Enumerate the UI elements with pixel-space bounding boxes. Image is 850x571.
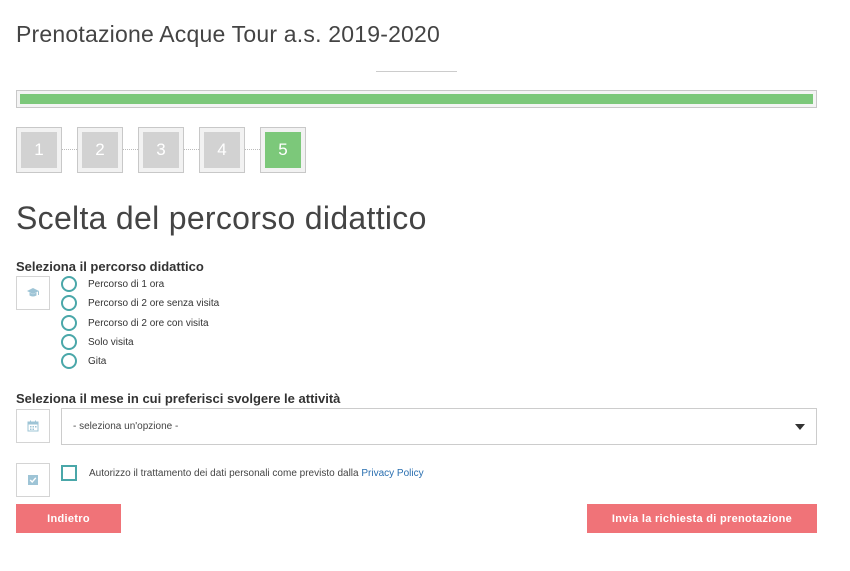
step-number: 1 — [21, 132, 57, 168]
radio-label: Gita — [88, 355, 107, 367]
radio-option-2-ore-con-visita[interactable]: Percorso di 2 ore con visita — [61, 314, 209, 332]
radio-button[interactable] — [61, 334, 77, 350]
progress-bar-fill — [20, 94, 813, 104]
step-number: 4 — [204, 132, 240, 168]
mese-label: Seleziona il mese in cui preferisci svol… — [16, 391, 341, 406]
privacy-consent-checkbox[interactable] — [61, 465, 77, 481]
privacy-policy-link[interactable]: Privacy Policy — [361, 468, 423, 479]
radio-option-2-ore-senza-visita[interactable]: Percorso di 2 ore senza visita — [61, 294, 219, 312]
consent-icon-box — [16, 463, 50, 497]
progress-bar — [16, 90, 817, 108]
back-button[interactable]: Indietro — [16, 504, 121, 533]
radio-label: Percorso di 1 ora — [88, 278, 165, 290]
radio-option-gita[interactable]: Gita — [61, 352, 106, 370]
chevron-down-icon[interactable] — [795, 424, 805, 430]
radio-button[interactable] — [61, 315, 77, 331]
step-indicator: 1 2 3 4 5 — [16, 127, 316, 173]
section-title: Scelta del percorso didattico — [16, 200, 427, 236]
consent-text: Autorizzo il trattamento dei dati person… — [89, 468, 424, 479]
step-1[interactable]: 1 — [16, 127, 62, 173]
mese-select[interactable]: - seleziona un'opzione - — [61, 408, 817, 445]
step-number: 3 — [143, 132, 179, 168]
title-divider — [376, 71, 457, 72]
check-square-icon — [28, 475, 38, 485]
step-5[interactable]: 5 — [260, 127, 306, 173]
step-number: 5 — [265, 132, 301, 168]
radio-button[interactable] — [61, 353, 77, 369]
radio-option-1-ora[interactable]: Percorso di 1 ora — [61, 275, 164, 293]
graduation-cap-icon — [27, 288, 39, 297]
page-title: Prenotazione Acque Tour a.s. 2019-2020 — [16, 21, 441, 47]
radio-button[interactable] — [61, 276, 77, 292]
radio-button[interactable] — [61, 295, 77, 311]
consent-label: Autorizzo il trattamento dei dati person… — [89, 468, 359, 479]
mese-icon-box — [16, 409, 50, 443]
step-connector — [184, 149, 199, 150]
step-connector — [245, 149, 260, 150]
calendar-icon — [27, 420, 39, 432]
select-value: - seleziona un'opzione - — [73, 421, 179, 432]
step-2[interactable]: 2 — [77, 127, 123, 173]
radio-label: Percorso di 2 ore senza visita — [88, 297, 220, 309]
step-3[interactable]: 3 — [138, 127, 184, 173]
percorso-label: Seleziona il percorso didattico — [16, 259, 204, 274]
radio-label: Solo visita — [88, 336, 134, 348]
radio-option-solo-visita[interactable]: Solo visita — [61, 333, 134, 351]
step-connector — [123, 149, 138, 150]
submit-booking-button[interactable]: Invia la richiesta di prenotazione — [587, 504, 817, 533]
step-4[interactable]: 4 — [199, 127, 245, 173]
percorso-icon-box — [16, 276, 50, 310]
step-connector — [62, 149, 77, 150]
step-number: 2 — [82, 132, 118, 168]
radio-label: Percorso di 2 ore con visita — [88, 317, 209, 329]
